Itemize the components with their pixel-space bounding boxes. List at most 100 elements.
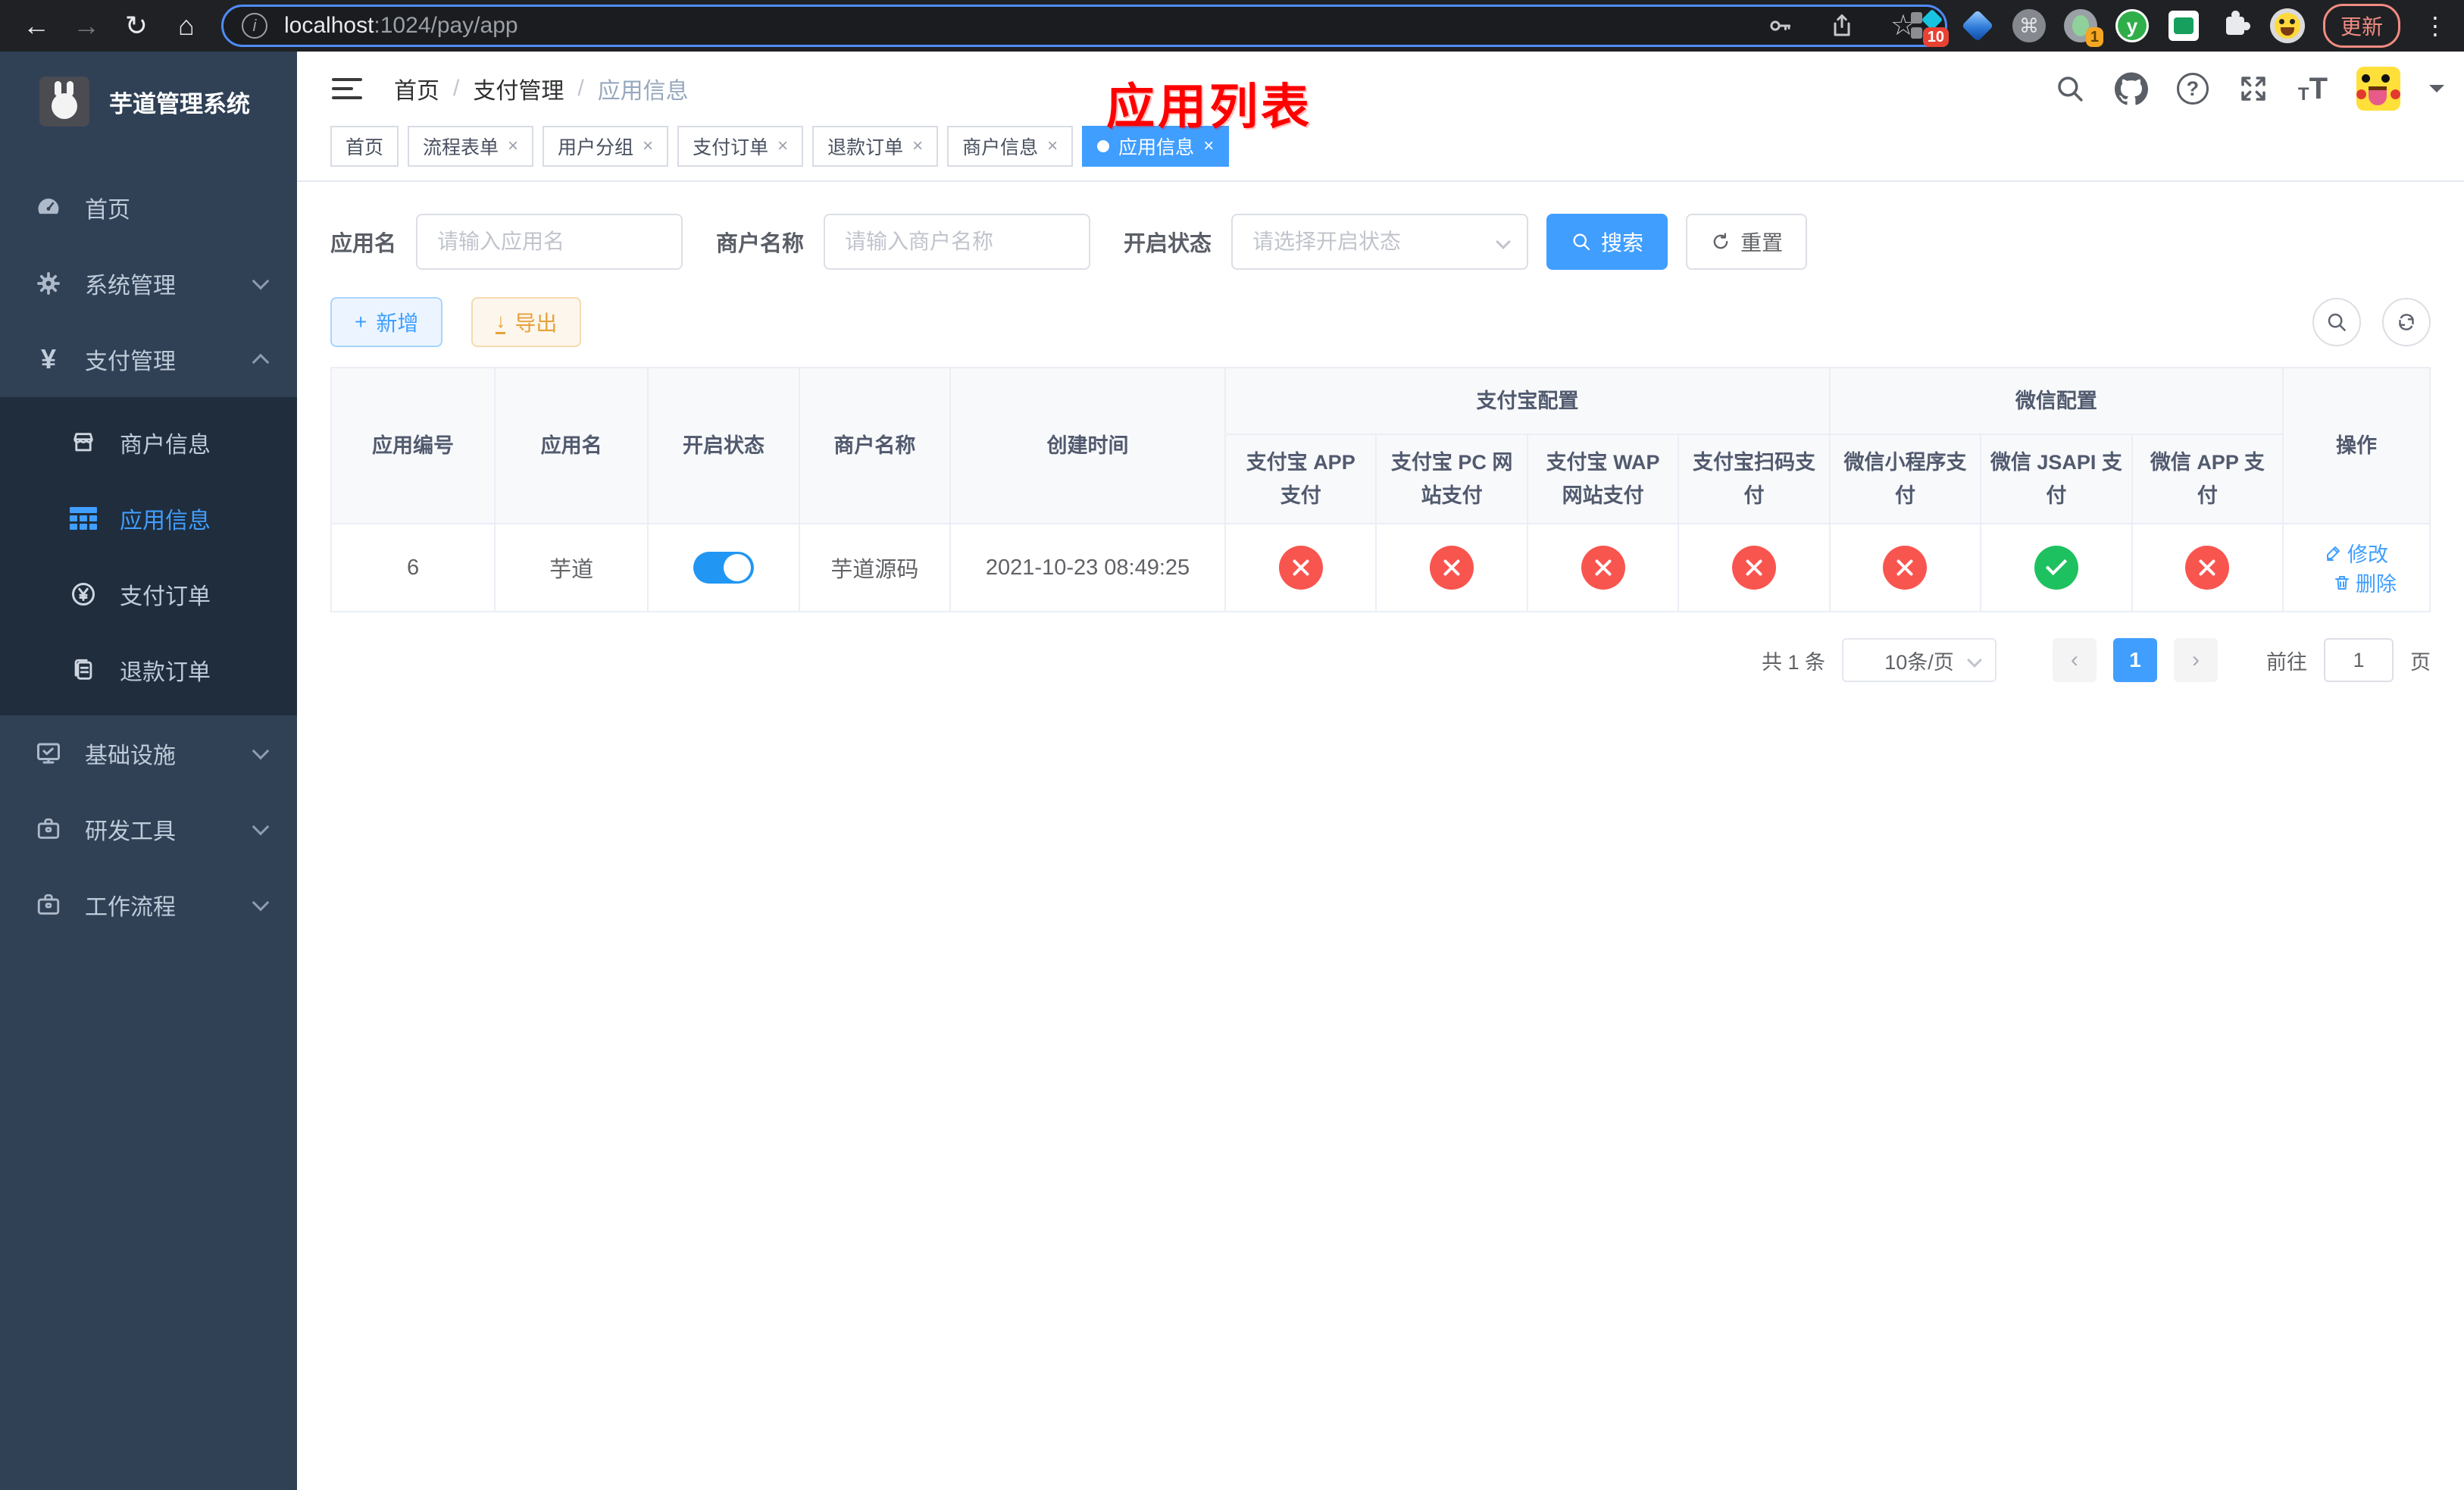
cell-merchant-name: 芋道源码 (798, 523, 952, 612)
tab-user-group[interactable]: 用户分组 × (543, 126, 669, 167)
sidebar-collapse-icon[interactable] (332, 78, 362, 99)
logo-image (39, 77, 89, 127)
browser-forward-icon[interactable]: → (67, 6, 106, 45)
sidebar-item-merchant-info[interactable]: 商户信息 (0, 405, 297, 480)
sidebar-item-home[interactable]: 首页 (0, 170, 297, 246)
extension-recorder-icon[interactable]: 1 (2063, 9, 2103, 47)
status-cross-icon (1883, 546, 1928, 590)
payment-submenu: 商户信息 应用信息 支付订单 退款订单 (0, 397, 297, 715)
col-header-created: 创建时间 (949, 367, 1226, 524)
add-button[interactable]: + 新增 (330, 297, 443, 347)
enabled-switch[interactable] (693, 552, 754, 584)
tags-view-bar: 首页 流程表单 × 用户分组 × 支付订单 × 退款订单 × 商户信息 × 应用信息 × (297, 126, 2464, 182)
edit-link[interactable]: 修改 (2325, 538, 2388, 568)
delete-link[interactable]: 删除 (2333, 568, 2397, 597)
table-row: 6 芋道 芋道源码 2021-10-23 08:49:25 修改 删除 (330, 523, 2431, 612)
page-title-annotation: 应用列表 (1106, 80, 1312, 134)
browser-profile-avatar[interactable] (2269, 8, 2305, 43)
table-toolbar: + 新增 ↓ 导出 (330, 297, 2431, 347)
merchant-name-label: 商户名称 (716, 232, 805, 256)
cell-app-name: 芋道 (494, 523, 649, 612)
chevron-down-icon (252, 272, 270, 290)
yen-icon: ¥ (40, 343, 57, 374)
breadcrumb: 首页 / 支付管理 / 应用信息 (394, 72, 689, 105)
tab-process-form[interactable]: 流程表单 × (408, 126, 534, 167)
app-name-label: 应用名 (330, 232, 397, 256)
sidebar-item-payment[interactable]: ¥ 支付管理 (0, 321, 297, 397)
extension-badge: 10 (1922, 27, 1949, 47)
browser-back-icon[interactable]: ← (17, 6, 56, 45)
breadcrumb-current: 应用信息 (597, 79, 689, 104)
extension-tabs-icon[interactable]: 10 (1909, 8, 1949, 47)
gear-icon (33, 271, 64, 296)
close-icon[interactable]: × (508, 137, 518, 155)
status-select[interactable] (1231, 214, 1529, 270)
goto-label: 前往 (2266, 650, 2307, 674)
extensions-puzzle-icon[interactable] (2219, 9, 2252, 42)
col-header-wx-mini: 微信小程序支付 (1828, 434, 1982, 524)
tab-pay-orders[interactable]: 支付订单 × (677, 126, 804, 167)
sidebar-item-pay-orders[interactable]: 支付订单 (0, 556, 297, 632)
password-key-icon[interactable] (1766, 12, 1793, 39)
close-icon[interactable]: × (777, 137, 788, 155)
reset-button[interactable]: 重置 (1686, 214, 1808, 270)
close-icon[interactable]: × (1047, 137, 1058, 155)
help-icon[interactable]: ? (2176, 73, 2209, 105)
tab-merchant-info[interactable]: 商户信息 × (947, 126, 1074, 167)
font-size-icon[interactable]: TT (2298, 74, 2328, 104)
breadcrumb-home[interactable]: 首页 (394, 72, 439, 105)
breadcrumb-payment[interactable]: 支付管理 (473, 72, 564, 105)
pencil-icon (2327, 546, 2340, 561)
extension-y-icon[interactable]: y (2115, 9, 2149, 42)
site-info-icon[interactable]: i (242, 13, 267, 39)
col-header-alipay-pc: 支付宝 PC 网站支付 (1375, 434, 1528, 524)
address-bar[interactable]: i localhost:1024/pay/app ☆ (221, 5, 1947, 47)
toolbox-icon (33, 816, 64, 842)
github-icon[interactable] (2114, 72, 2148, 105)
page-size-select[interactable]: 10条/页 (1842, 638, 1997, 682)
sidebar-item-system[interactable]: 系统管理 (0, 246, 297, 321)
avatar-caret-icon[interactable] (2429, 85, 2444, 100)
search-button[interactable]: 搜索 (1546, 214, 1668, 270)
extension-command-icon[interactable]: ⌘ (2012, 9, 2046, 42)
extension-kite-icon[interactable] (1961, 9, 1994, 42)
fullscreen-icon[interactable] (2237, 73, 2269, 105)
next-page-button[interactable]: › (2174, 638, 2218, 682)
close-icon[interactable]: × (912, 137, 923, 155)
browser-reload-icon[interactable]: ↻ (117, 6, 156, 45)
chevron-down-icon (252, 894, 270, 912)
main-area: 首页 / 支付管理 / 应用信息 应用列表 ? TT 首页 流程表单 × 用户分组… (297, 52, 2464, 1490)
share-icon[interactable] (1828, 12, 1856, 39)
chevron-up-icon (252, 353, 270, 371)
refresh-table-button[interactable] (2382, 298, 2431, 346)
browser-home-icon[interactable]: ⌂ (167, 6, 206, 45)
toggle-search-button[interactable] (2312, 298, 2361, 346)
user-avatar[interactable] (2356, 67, 2400, 111)
tab-home[interactable]: 首页 (330, 126, 399, 167)
status-cross-icon (1278, 546, 1323, 590)
extension-chat-icon[interactable] (2167, 9, 2200, 42)
app-name-input[interactable] (416, 214, 683, 270)
current-page-button[interactable]: 1 (2113, 638, 2157, 682)
chrome-update-button[interactable]: 更新 (2322, 4, 2400, 48)
sidebar-item-refund-orders[interactable]: 退款订单 (0, 632, 297, 708)
chevron-down-icon (1967, 653, 1982, 668)
search-icon[interactable] (2054, 73, 2086, 105)
sidebar-item-dev-tools[interactable]: 研发工具 (0, 791, 297, 867)
export-button[interactable]: ↓ 导出 (471, 297, 582, 347)
tab-refund-orders[interactable]: 退款订单 × (812, 126, 939, 167)
sidebar-item-app-info[interactable]: 应用信息 (0, 480, 297, 556)
close-icon[interactable]: × (1203, 137, 1214, 155)
download-icon: ↓ (496, 311, 506, 334)
sidebar-item-workflow[interactable]: 工作流程 (0, 867, 297, 943)
merchant-name-input[interactable] (824, 214, 1091, 270)
goto-page-input[interactable] (2324, 638, 2394, 682)
sidebar-item-infrastructure[interactable]: 基础设施 (0, 715, 297, 791)
col-header-status: 开启状态 (647, 367, 800, 524)
cell-created-at: 2021-10-23 08:49:25 (949, 523, 1226, 612)
browser-menu-icon[interactable]: ⋮ (2419, 11, 2452, 40)
prev-page-button[interactable]: ‹ (2053, 638, 2097, 682)
close-icon[interactable]: × (643, 137, 653, 155)
col-header-wx-jsapi: 微信 JSAPI 支付 (1980, 434, 2133, 524)
chevron-down-icon (252, 818, 270, 836)
